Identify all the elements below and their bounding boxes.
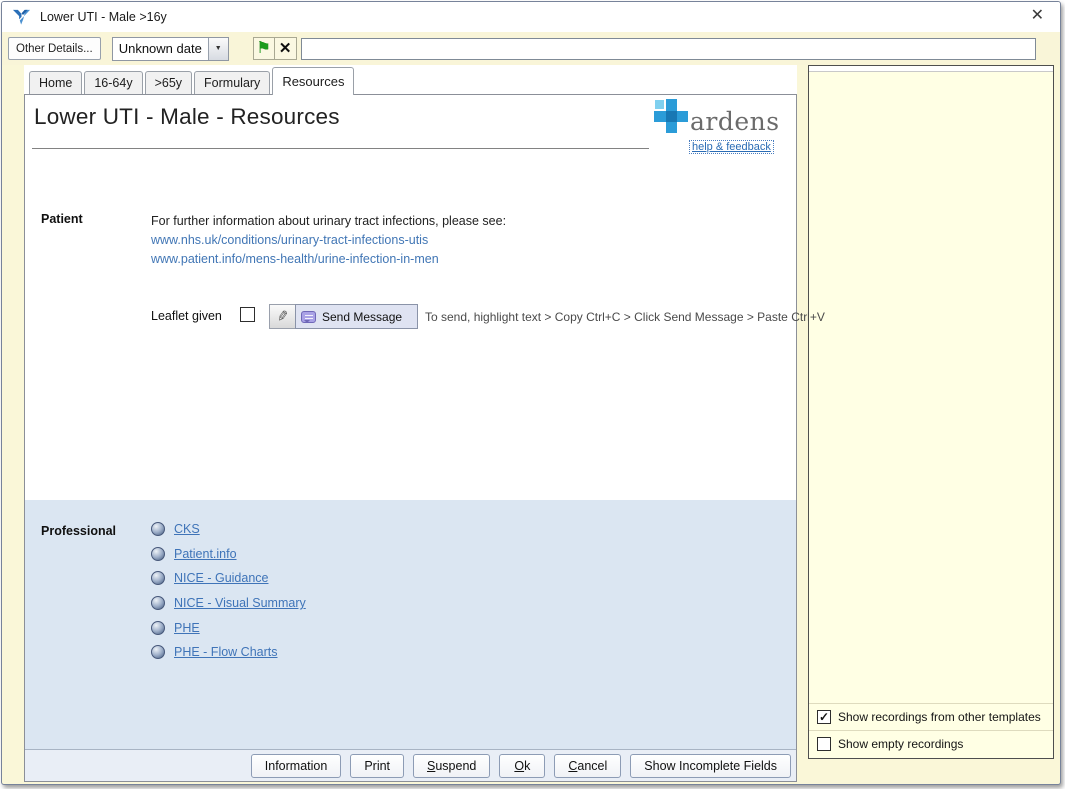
phe-flow-charts-link[interactable]: PHE - Flow Charts	[174, 645, 278, 659]
recordings-panel: ✓ Show recordings from other templates S…	[808, 65, 1054, 759]
check-icon: ✓	[818, 709, 830, 724]
free-text-input[interactable]	[300, 37, 1036, 60]
app-logo-icon	[12, 8, 31, 27]
globe-icon	[151, 596, 165, 611]
show-recordings-row: ✓ Show recordings from other templates	[809, 703, 1053, 730]
footer-button-bar: Information Print Suspend Ok Cancel Show…	[25, 749, 796, 781]
leaflet-given-checkbox[interactable]	[240, 307, 255, 322]
send-message-hint: To send, highlight text > Copy Ctrl+C > …	[425, 310, 825, 324]
flag-button[interactable]: ⚑	[252, 37, 275, 60]
heading-divider	[32, 148, 649, 149]
help-feedback-link[interactable]: help & feedback	[689, 140, 774, 154]
professional-section-label: Professional	[41, 524, 117, 538]
professional-links-list: CKS Patient.info NICE - Guidance NICE - …	[151, 517, 306, 665]
list-item: NICE - Visual Summary	[151, 591, 306, 616]
flag-button-group: ⚑ ✕	[252, 37, 297, 60]
window-title: Lower UTI - Male >16y	[40, 10, 167, 24]
patient-info-link[interactable]: Patient.info	[174, 547, 237, 561]
chevron-down-icon[interactable]: ▼	[207, 37, 228, 60]
globe-icon	[151, 522, 165, 537]
patient-info-uti-link[interactable]: www.patient.info/mens-health/urine-infec…	[151, 250, 506, 269]
tab-formulary[interactable]: Formulary	[194, 71, 271, 94]
show-empty-checkbox[interactable]	[817, 737, 831, 751]
show-recordings-label: Show recordings from other templates	[838, 710, 1041, 724]
suspend-button[interactable]: Suspend	[413, 753, 491, 778]
nhs-uti-link[interactable]: www.nhs.uk/conditions/urinary-tract-infe…	[151, 231, 506, 250]
cks-link[interactable]: CKS	[174, 522, 200, 536]
globe-icon	[151, 571, 165, 586]
flag-icon: ⚑	[256, 39, 271, 57]
patient-intro-text: For further information about urinary tr…	[151, 214, 507, 228]
pencil-icon: ✎	[275, 307, 290, 325]
template-window: Lower UTI - Male >16y ✕ Other Details...…	[1, 1, 1061, 785]
ardens-cross-icon	[654, 99, 688, 133]
event-date-combobox[interactable]: Unknown date ▼	[111, 36, 229, 61]
nice-guidance-link[interactable]: NICE - Guidance	[174, 571, 268, 585]
show-recordings-checkbox[interactable]: ✓	[817, 710, 831, 724]
show-incomplete-fields-button[interactable]: Show Incomplete Fields	[630, 753, 791, 778]
show-empty-label: Show empty recordings	[838, 737, 964, 751]
show-empty-row: Show empty recordings	[809, 730, 1053, 757]
patient-info-block: For further information about urinary tr…	[151, 212, 506, 269]
send-message-label: Send Message	[322, 309, 403, 324]
tab-home[interactable]: Home	[29, 71, 83, 94]
globe-icon	[151, 645, 165, 660]
cancel-button[interactable]: Cancel	[554, 753, 622, 778]
ardens-logo: ardens help & feedback	[652, 97, 792, 155]
nice-visual-summary-link[interactable]: NICE - Visual Summary	[174, 596, 306, 610]
tab-16-64y[interactable]: 16-64y	[84, 71, 143, 94]
list-item: CKS	[151, 517, 306, 542]
list-item: PHE - Flow Charts	[151, 640, 306, 665]
ardens-brand-text: ardens	[690, 107, 780, 136]
event-date-value: Unknown date	[118, 40, 202, 56]
annotate-button[interactable]: ✎	[269, 304, 296, 329]
leaflet-given-label: Leaflet given	[151, 309, 222, 323]
page-title: Lower UTI - Male - Resources	[34, 104, 340, 129]
print-button[interactable]: Print	[350, 753, 405, 778]
list-item: PHE	[151, 615, 306, 640]
close-icon[interactable]: ✕	[1031, 7, 1044, 25]
list-item: NICE - Guidance	[151, 566, 306, 591]
resources-tab-panel: Lower UTI - Male - Resources ardens help…	[24, 94, 825, 782]
tab-over-65y[interactable]: >65y	[144, 71, 193, 94]
ok-button[interactable]: Ok	[499, 753, 546, 778]
tab-strip: Home 16-64y >65y Formulary Resources	[24, 65, 797, 95]
globe-icon	[151, 620, 165, 635]
other-details-button[interactable]: Other Details...	[8, 37, 101, 60]
professional-section: Professional CKS Patient.info NICE - Gui…	[25, 500, 796, 749]
globe-icon	[151, 546, 165, 561]
toolbar: Other Details... Unknown date ▼ ⚑ ✕	[2, 32, 1060, 65]
clear-button[interactable]: ✕	[274, 37, 297, 60]
clear-x-icon: ✕	[278, 40, 292, 57]
message-bubble-icon	[301, 310, 316, 323]
list-item: Patient.info	[151, 542, 306, 567]
send-message-button[interactable]: Send Message	[295, 304, 418, 329]
title-bar: Lower UTI - Male >16y ✕	[2, 2, 1060, 32]
phe-link[interactable]: PHE	[174, 621, 200, 635]
tab-resources[interactable]: Resources	[272, 67, 355, 95]
information-button[interactable]: Information	[250, 753, 342, 778]
patient-section-label: Patient	[41, 212, 83, 226]
recordings-header-strip	[809, 66, 1053, 72]
